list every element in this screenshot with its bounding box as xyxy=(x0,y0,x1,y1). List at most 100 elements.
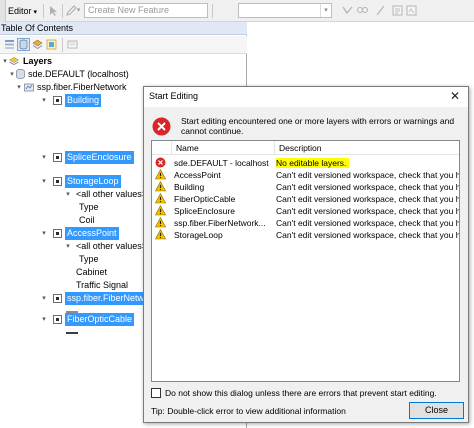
warning-icon xyxy=(154,204,167,216)
database-icon xyxy=(16,69,25,79)
row-description-text: Can't edit versioned workspace, check th… xyxy=(276,206,459,216)
list-by-selection-icon[interactable] xyxy=(45,38,58,51)
row-name: AccessPoint xyxy=(174,170,221,180)
row-description-text: Can't edit versioned workspace, check th… xyxy=(276,230,459,240)
dialog-message: Start editing encountered one or more la… xyxy=(181,116,455,136)
storage-loop-layer-label: StorageLoop xyxy=(65,175,121,188)
building-layer-label: Building xyxy=(65,94,102,107)
toolbar-separator xyxy=(62,38,63,52)
warning-icon xyxy=(154,168,167,180)
fiber-network-visibility-checkbox[interactable] xyxy=(53,294,62,303)
chevron-down-icon: ▾ xyxy=(320,4,331,17)
column-header-description[interactable]: Description xyxy=(275,141,459,155)
dataset-label: ssp.fiber.FiberNetwork xyxy=(37,82,127,92)
building-visibility-checkbox[interactable] xyxy=(53,96,62,105)
editor-menu-label: Editor xyxy=(8,6,32,16)
list-by-visibility-icon[interactable] xyxy=(31,38,44,51)
edit-tool-icon[interactable] xyxy=(47,4,60,17)
options-icon[interactable] xyxy=(66,38,79,51)
toolbar-separator xyxy=(62,4,63,18)
legend-other-values-label: <all other values> xyxy=(76,189,148,199)
reshape-icon[interactable] xyxy=(356,4,369,17)
collapse-icon[interactable]: ▾ xyxy=(64,240,72,253)
list-header: Name Description xyxy=(152,141,459,155)
row-description: Can't edit versioned workspace, check th… xyxy=(276,229,459,241)
row-description-text: Can't edit versioned workspace, check th… xyxy=(276,170,459,180)
collapse-icon[interactable]: ▾ xyxy=(40,151,48,164)
legend-value-label: Coil xyxy=(79,215,95,225)
close-icon[interactable]: ✕ xyxy=(448,89,462,103)
fiber-optic-cable-visibility-checkbox[interactable] xyxy=(53,315,62,324)
list-row[interactable]: ssp.fiber.FiberNetwork... Can't edit vers… xyxy=(152,216,459,229)
row-name: ssp.fiber.FiberNetwork... xyxy=(174,218,266,228)
list-row[interactable]: FiberOpticCable Can't edit versioned work… xyxy=(152,192,459,205)
row-name: FiberOpticCable xyxy=(174,194,236,204)
row-name: StorageLoop xyxy=(174,230,223,240)
chevron-down-icon[interactable]: ▾ xyxy=(75,4,82,17)
row-name: sde.DEFAULT - localhost xyxy=(174,158,269,168)
row-description: Can't edit versioned workspace, check th… xyxy=(276,217,459,229)
list-row[interactable]: sde.DEFAULT - localhost No editable layer… xyxy=(152,157,459,169)
chevron-down-icon: ▾ xyxy=(33,9,38,16)
legend-symbol-row xyxy=(0,326,78,339)
create-feature-combo[interactable]: Create New Feature xyxy=(84,3,208,18)
collapse-icon[interactable]: ▾ xyxy=(40,227,48,240)
warning-icon xyxy=(154,192,167,204)
row-description: Can't edit versioned workspace, check th… xyxy=(276,205,459,217)
column-header-name[interactable]: Name xyxy=(172,141,275,155)
error-icon xyxy=(155,157,166,168)
legend-other-values-label: <all other values> xyxy=(76,241,148,251)
list-row[interactable]: StorageLoop Can't edit versioned workspac… xyxy=(152,228,459,241)
collapse-icon[interactable]: ▾ xyxy=(15,81,23,94)
editor-menu-button[interactable]: Editor ▾ xyxy=(6,4,39,18)
column-header-icon[interactable] xyxy=(152,141,172,155)
row-description: Can't edit versioned workspace, check th… xyxy=(276,169,459,181)
dialog-titlebar[interactable]: Start Editing ✕ xyxy=(144,87,468,107)
row-name: SpliceEnclosure xyxy=(174,206,235,216)
toolbar-separator xyxy=(43,4,44,18)
collapse-icon[interactable]: ▾ xyxy=(1,55,9,68)
collapse-icon[interactable]: ▾ xyxy=(40,94,48,107)
error-icon xyxy=(152,117,171,136)
collapse-icon[interactable]: ▾ xyxy=(40,292,48,305)
list-row[interactable]: AccessPoint Can't edit versioned workspac… xyxy=(152,168,459,181)
warning-icon xyxy=(154,216,167,228)
layers-icon xyxy=(9,57,19,66)
edit-vertices-icon[interactable] xyxy=(341,4,354,17)
create-feature-combo-value: Create New Feature xyxy=(88,5,170,15)
legend-value-label: Cabinet xyxy=(76,267,108,277)
legend-field-label: Type xyxy=(79,202,99,212)
task-combo[interactable]: ▾ xyxy=(238,3,332,18)
list-by-source-icon[interactable] xyxy=(17,38,30,51)
close-button[interactable]: Close xyxy=(409,402,464,419)
toc-toolbar xyxy=(0,36,247,54)
results-list[interactable]: Name Description sde.DEFAULT - localhost… xyxy=(151,140,460,382)
collapse-icon[interactable]: ▾ xyxy=(40,313,48,326)
list-row[interactable]: SpliceEnclosure Can't edit versioned work… xyxy=(152,204,459,217)
collapse-icon[interactable]: ▾ xyxy=(8,68,16,81)
splice-enclosure-layer-label: SpliceEnclosure xyxy=(65,151,134,164)
cable-symbol xyxy=(66,332,78,334)
attributes-icon[interactable] xyxy=(391,4,404,17)
row-description-text: Can't edit versioned workspace, check th… xyxy=(276,218,459,228)
dont-show-checkbox[interactable] xyxy=(151,388,161,398)
splice-enclosure-visibility-checkbox[interactable] xyxy=(53,153,62,162)
access-point-visibility-checkbox[interactable] xyxy=(53,229,62,238)
warning-icon xyxy=(154,180,167,192)
fiber-optic-cable-layer-label: FiberOpticCable xyxy=(65,313,135,326)
row-description: No editable layers. xyxy=(276,157,459,169)
feature-dataset-icon xyxy=(24,83,34,92)
list-row[interactable]: Building Can't edit versioned workspace, … xyxy=(152,180,459,193)
layers-label: Layers xyxy=(23,56,53,66)
storage-loop-visibility-checkbox[interactable] xyxy=(53,177,62,186)
warning-icon xyxy=(154,228,167,240)
split-icon[interactable] xyxy=(374,4,387,17)
collapse-icon[interactable]: ▾ xyxy=(64,188,72,201)
list-by-drawing-order-icon[interactable] xyxy=(3,38,16,51)
collapse-icon[interactable]: ▾ xyxy=(40,175,48,188)
sketch-properties-icon[interactable] xyxy=(405,4,418,17)
tip-text: Tip: Double-click error to view addition… xyxy=(151,406,346,416)
fiber-network-layer-label: ssp.fiber.FiberNetwo xyxy=(65,292,152,305)
row-description: Can't edit versioned workspace, check th… xyxy=(276,181,459,193)
toc-title: Table Of Contents xyxy=(0,22,247,35)
